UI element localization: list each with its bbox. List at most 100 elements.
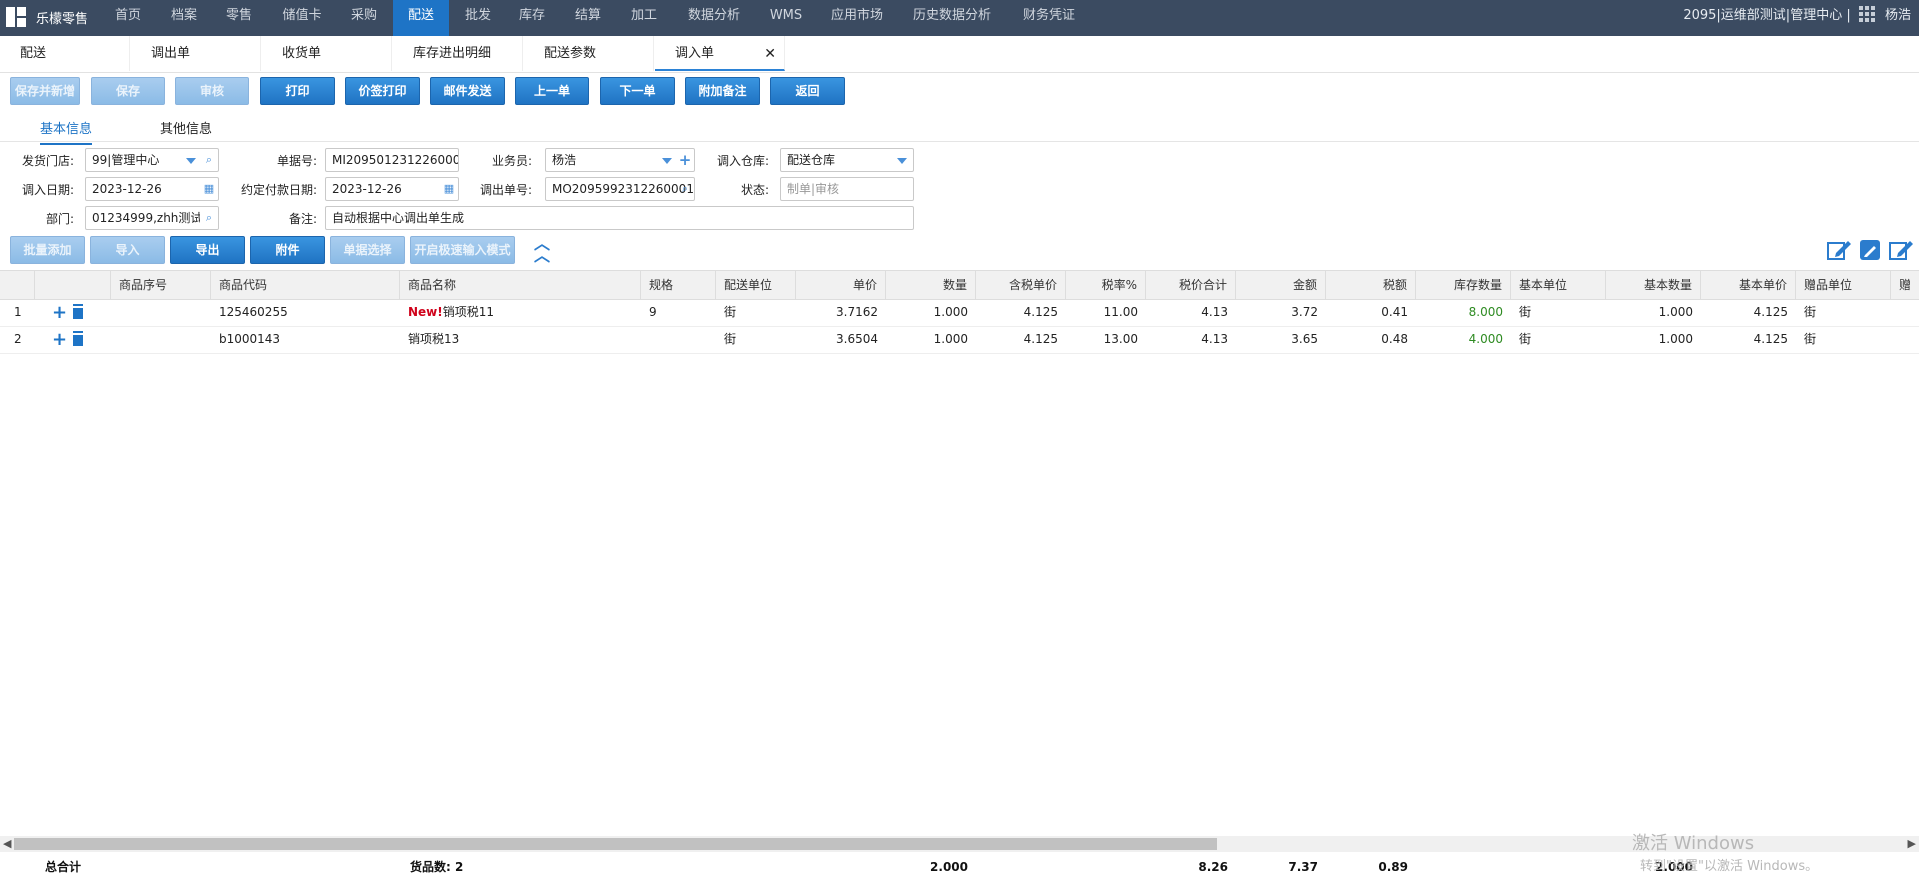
nav-purchase[interactable]: 采购	[340, 0, 388, 36]
col-amount[interactable]: 金额	[1236, 271, 1326, 299]
nav-data-analysis[interactable]: 数据分析	[680, 0, 748, 36]
close-icon[interactable]: ✕	[764, 36, 776, 72]
doc-select-button[interactable]: 单据选择	[330, 236, 405, 264]
cell-tax-rate[interactable]: 11.00	[1066, 299, 1146, 326]
user-name[interactable]: 杨浩	[1885, 8, 1911, 23]
nav-home[interactable]: 首页	[104, 0, 152, 36]
add-note-button[interactable]: 附加备注	[685, 77, 760, 105]
col-qty[interactable]: 数量	[886, 271, 976, 299]
nav-inventory[interactable]: 库存	[508, 0, 556, 36]
cell-base-unit[interactable]: 街	[1511, 326, 1606, 353]
col-tax-rate[interactable]: 税率%	[1066, 271, 1146, 299]
nav-app-market[interactable]: 应用市场	[824, 0, 890, 36]
nav-settlement[interactable]: 结算	[564, 0, 612, 36]
delete-icon[interactable]	[73, 306, 84, 319]
col-tax-total[interactable]: 税价合计	[1146, 271, 1236, 299]
col-stock[interactable]: 库存数量	[1416, 271, 1511, 299]
col-price[interactable]: 单价	[796, 271, 886, 299]
dept-field[interactable]: 01234999,zhh测试 ⌕	[85, 206, 219, 230]
cell-qty[interactable]: 1.000	[886, 299, 976, 326]
cell-tax-price[interactable]: 4.125	[976, 299, 1066, 326]
cell-tax-total[interactable]: 4.13	[1146, 326, 1236, 353]
add-row-icon[interactable]: +	[52, 329, 67, 350]
col-spec[interactable]: 规格	[641, 271, 716, 299]
nav-wms[interactable]: WMS	[760, 0, 812, 36]
remark-field[interactable]: 自动根据中心调出单生成	[325, 206, 914, 230]
col-gift[interactable]: 赠	[1891, 271, 1919, 299]
scroll-left-icon[interactable]: ◀	[3, 837, 11, 850]
subtab-other-info[interactable]: 其他信息	[160, 118, 212, 137]
send-store-select[interactable]: 99|管理中心 ⌕	[85, 148, 219, 172]
col-seq[interactable]: 商品序号	[111, 271, 211, 299]
attachment-button[interactable]: 附件	[250, 236, 325, 264]
cell-amount[interactable]: 3.65	[1236, 326, 1326, 353]
cell-gift-unit[interactable]: 街	[1796, 326, 1891, 353]
edit-icon[interactable]	[1888, 238, 1914, 262]
cell-code[interactable]: 125460255	[211, 299, 400, 326]
in-date-field[interactable]: 2023-12-26 ▦	[85, 177, 219, 201]
pencil-icon[interactable]	[1858, 238, 1884, 262]
save-button[interactable]: 保存	[91, 77, 165, 105]
cell-tax[interactable]: 0.41	[1326, 299, 1416, 326]
col-tax-price[interactable]: 含税单价	[976, 271, 1066, 299]
scrollbar-thumb[interactable]	[14, 838, 1217, 850]
fast-input-mode-button[interactable]: 开启极速输入模式	[410, 236, 515, 264]
nav-processing[interactable]: 加工	[620, 0, 668, 36]
cell-stock[interactable]: 4.000	[1416, 326, 1511, 353]
export-button[interactable]: 导出	[170, 236, 245, 264]
chevron-down-icon[interactable]	[897, 158, 907, 164]
cell-gift-unit[interactable]: 街	[1796, 299, 1891, 326]
tab-receipt[interactable]: 收货单	[262, 36, 392, 71]
cell-spec[interactable]: 9	[641, 299, 716, 326]
col-gift-unit[interactable]: 赠品单位	[1796, 271, 1891, 299]
nav-stored-value-card[interactable]: 储值卡	[272, 0, 332, 36]
col-unit[interactable]: 配送单位	[716, 271, 796, 299]
search-icon[interactable]: ⌕	[676, 178, 694, 200]
nav-wholesale[interactable]: 批发	[454, 0, 502, 36]
cell-unit[interactable]: 街	[716, 326, 796, 353]
doc-no-field[interactable]: MI2095012312260005	[325, 148, 459, 172]
calendar-icon[interactable]: ▦	[200, 178, 218, 200]
cell-price[interactable]: 3.7162	[796, 299, 886, 326]
chevron-down-icon[interactable]	[186, 158, 196, 164]
calendar-icon[interactable]: ▦	[440, 178, 458, 200]
col-base-price[interactable]: 基本单价	[1701, 271, 1796, 299]
cell-code[interactable]: b1000143	[211, 326, 400, 353]
table-row[interactable]: 1 + 125460255 New!销项税11 9 街 3.7162 1.000…	[0, 299, 1919, 327]
tab-stock-detail[interactable]: 库存进出明细	[393, 36, 523, 71]
next-doc-button[interactable]: 下一单	[600, 77, 675, 105]
save-and-new-button[interactable]: 保存并新增	[10, 77, 80, 105]
import-button[interactable]: 导入	[90, 236, 165, 264]
chevron-down-icon[interactable]	[662, 158, 672, 164]
cell-base-qty[interactable]: 1.000	[1606, 299, 1701, 326]
col-base-unit[interactable]: 基本单位	[1511, 271, 1606, 299]
price-label-print-button[interactable]: 价签打印	[345, 77, 420, 105]
plus-icon[interactable]: +	[676, 149, 694, 171]
delete-icon[interactable]	[73, 333, 84, 346]
search-icon[interactable]: ⌕	[200, 207, 218, 229]
cell-name[interactable]: New!销项税11	[400, 299, 641, 326]
cell-tax[interactable]: 0.48	[1326, 326, 1416, 353]
collapse-up-icon[interactable]: ︿ ︿	[532, 236, 552, 264]
col-name[interactable]: 商品名称	[400, 271, 641, 299]
add-row-icon[interactable]: +	[52, 302, 67, 323]
tab-distribution[interactable]: 配送	[0, 36, 130, 71]
cell-amount[interactable]: 3.72	[1236, 299, 1326, 326]
salesman-select[interactable]: 杨浩 +	[545, 148, 695, 172]
print-button[interactable]: 打印	[260, 77, 335, 105]
cell-base-unit[interactable]: 街	[1511, 299, 1606, 326]
cell-base-qty[interactable]: 1.000	[1606, 326, 1701, 353]
cell-unit[interactable]: 街	[716, 299, 796, 326]
nav-archive[interactable]: 档案	[160, 0, 208, 36]
nav-retail[interactable]: 零售	[215, 0, 263, 36]
cell-qty[interactable]: 1.000	[886, 326, 976, 353]
col-tax[interactable]: 税额	[1326, 271, 1416, 299]
tab-distribution-params[interactable]: 配送参数	[524, 36, 654, 71]
search-icon[interactable]: ⌕	[200, 149, 218, 171]
col-code[interactable]: 商品代码	[211, 271, 400, 299]
table-row[interactable]: 2 + b1000143 销项税13 街 3.6504 1.000 4.125 …	[0, 326, 1919, 354]
nav-history-analysis[interactable]: 历史数据分析	[906, 0, 998, 36]
pay-date-field[interactable]: 2023-12-26 ▦	[325, 177, 459, 201]
previous-doc-button[interactable]: 上一单	[515, 77, 589, 105]
back-button[interactable]: 返回	[770, 77, 845, 105]
